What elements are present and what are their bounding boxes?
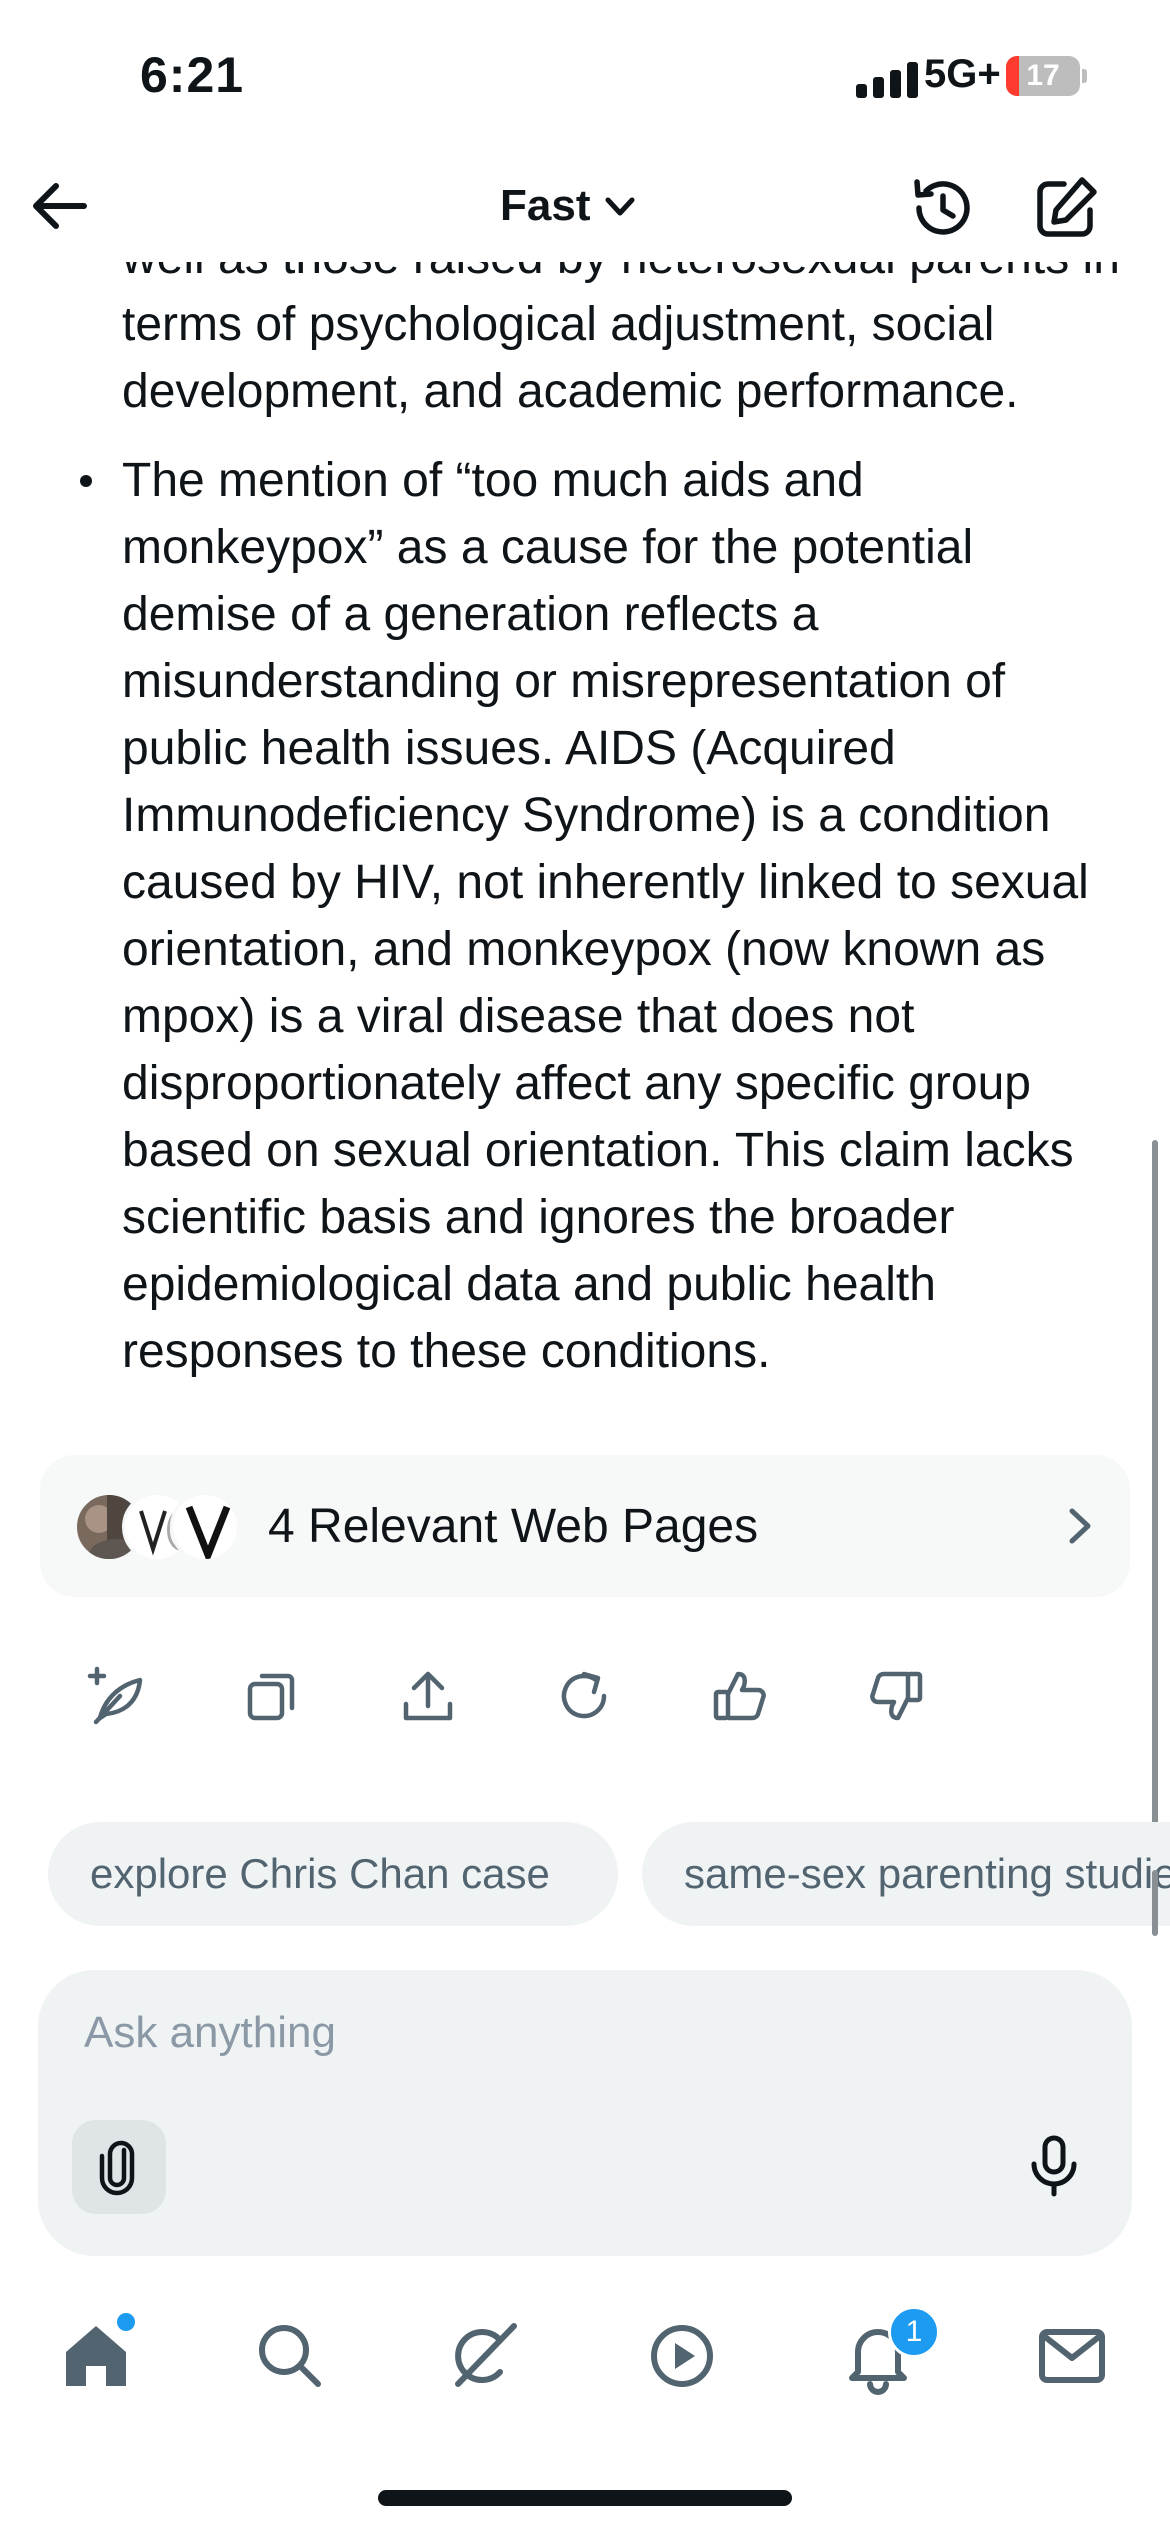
thumbs-up-button[interactable] [710,1666,770,1726]
search-icon [259,2325,321,2387]
response-paragraph: well as those raised by heterosexual par… [122,262,1120,418]
compose-button[interactable] [1030,172,1102,244]
source-avatars [74,1492,244,1562]
thumbs-down-button[interactable] [866,1666,926,1726]
nav-grok[interactable] [444,2316,524,2396]
signal-icon [856,62,920,98]
nav-search[interactable] [250,2316,330,2396]
thumbs-up-icon [713,1671,766,1721]
home-indicator [378,2490,792,2506]
share-button[interactable] [398,1666,458,1726]
suggestion-chip[interactable]: explore Chris Chan case [48,1822,618,1926]
battery-icon: 17 [1006,56,1087,96]
compose-icon [1037,177,1097,237]
thumbs-down-icon [870,1671,923,1721]
share-icon [403,1671,453,1721]
composer [38,1970,1132,2256]
post-icon [87,1666,143,1725]
grok-icon [455,2323,517,2387]
chevron-right-icon [1069,1508,1091,1544]
source-avatar [170,1492,240,1562]
nav-videos[interactable] [642,2316,722,2396]
paperclip-icon [99,2140,135,2196]
home-unread-dot [114,2310,138,2334]
bullet-text: The mention of “too much aids and monkey… [122,454,1089,1378]
back-arrow-icon [33,183,87,229]
history-icon [914,179,970,235]
suggestions-scrollbar[interactable] [1152,1870,1158,1930]
ask-input[interactable] [84,2002,1064,2064]
copy-icon [247,1673,295,1721]
network-label: 5G+ [924,52,1001,96]
history-button[interactable] [905,172,977,244]
response-content: well as those raised by heterosexual par… [0,262,1170,1432]
battery-level: 17 [1026,59,1060,92]
messages-icon [1039,2329,1105,2383]
suggestion-chip[interactable]: same-sex parenting studies [642,1822,1170,1926]
copy-button[interactable] [242,1666,302,1726]
attach-button[interactable] [72,2120,166,2214]
bullet-dot [80,475,92,487]
model-selector[interactable]: Fast [500,176,638,236]
response-bullet: The mention of “too much aids and monkey… [0,447,1170,1385]
notifications-badge: 1 [888,2306,940,2358]
relevant-web-pages-card[interactable]: 4 Relevant Web Pages [40,1455,1130,1597]
chevron-down-icon [605,197,635,216]
status-time: 6:21 [140,47,245,103]
back-button[interactable] [24,170,96,242]
content-scrollbar[interactable] [1152,1140,1158,1936]
mic-button[interactable] [1018,2130,1090,2202]
relevant-web-pages-label: 4 Relevant Web Pages [268,1500,759,1553]
play-icon [651,2325,713,2387]
nav-messages[interactable] [1032,2316,1112,2396]
post-button[interactable] [86,1666,146,1726]
mic-icon [1031,2135,1077,2197]
model-label: Fast [500,181,591,230]
regenerate-button[interactable] [554,1666,614,1726]
regenerate-icon [561,1671,607,1719]
